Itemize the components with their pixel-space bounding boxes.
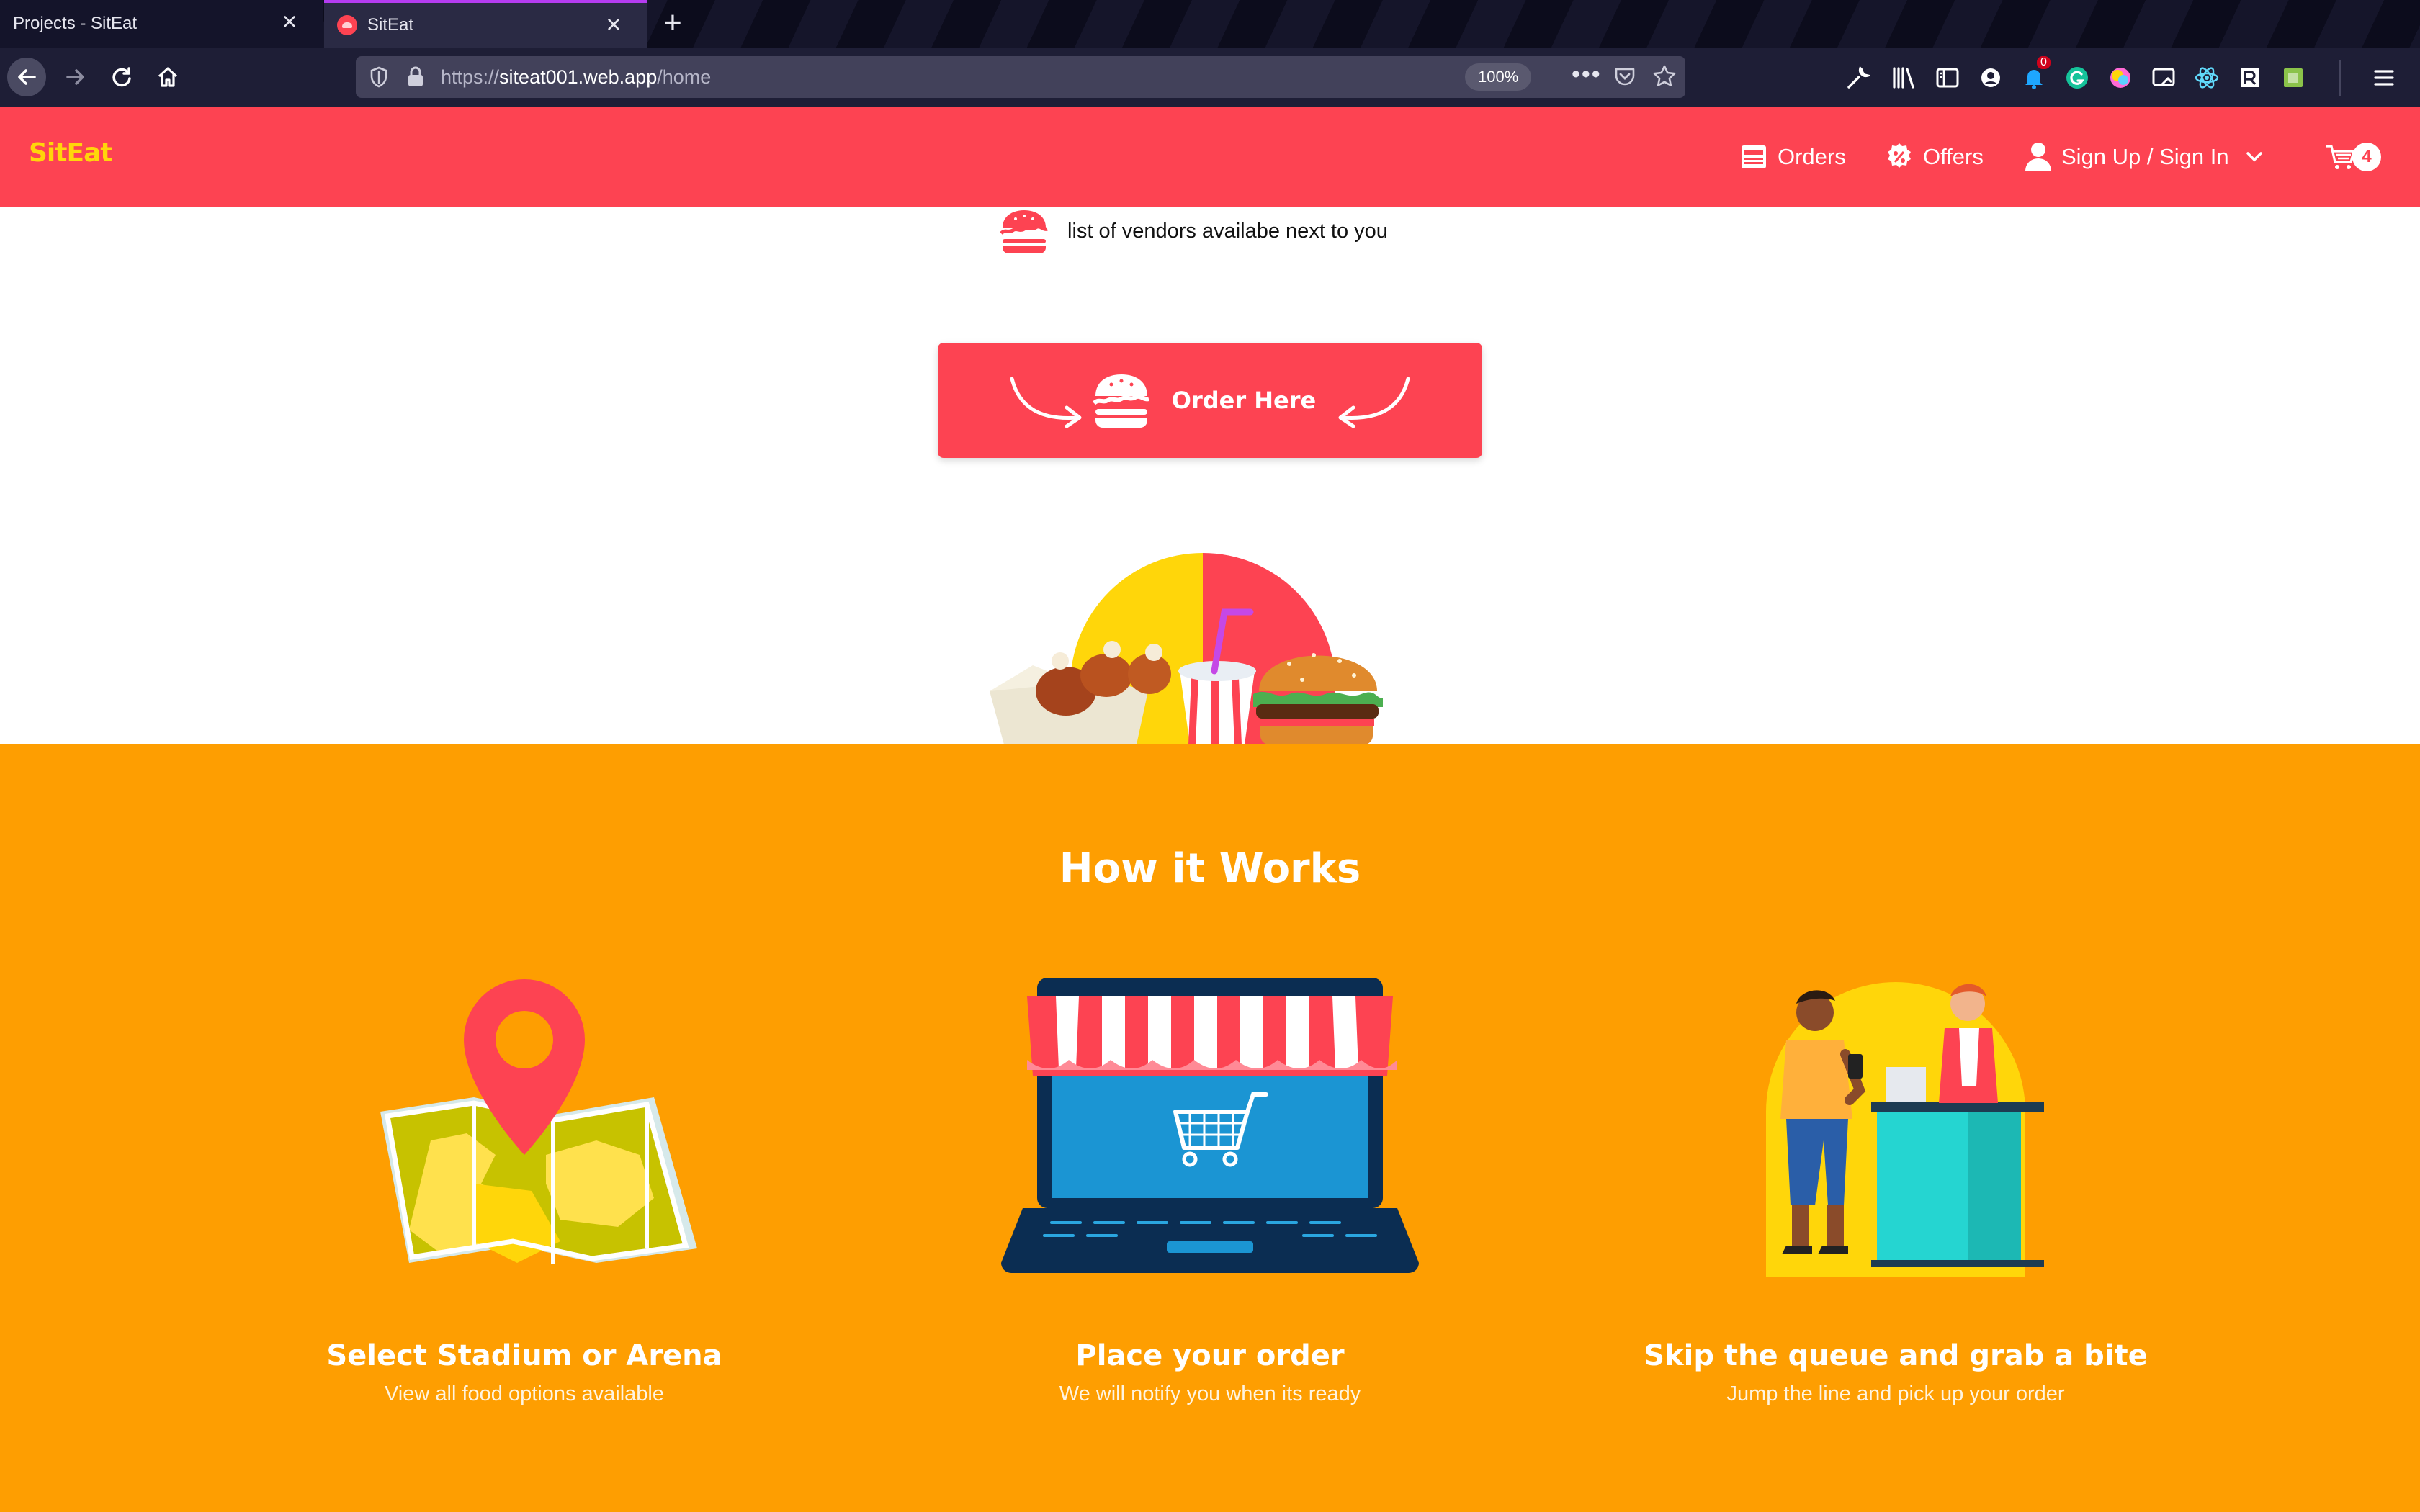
zoom-level[interactable]: 100% — [1465, 63, 1532, 91]
browser-toolbar: https://siteat001.web.app/home 100% ••• … — [0, 48, 2420, 107]
notification-extension-icon[interactable]: 0 — [2020, 56, 2051, 92]
step-skip-queue: Skip the queue and grab a bite Jump the … — [1572, 975, 2220, 1406]
user-icon — [2025, 143, 2051, 171]
color-picker-icon[interactable] — [2106, 63, 2135, 92]
cart-count-badge: 4 — [2352, 143, 2381, 171]
sidebar-icon[interactable] — [1933, 63, 1962, 92]
nav-orders-label: Orders — [1778, 144, 1846, 169]
counter-pickup-illustration — [1572, 975, 2220, 1277]
wrench-icon[interactable] — [1844, 63, 1873, 92]
laptop-shop-illustration — [886, 975, 1534, 1277]
step-subtitle: We will notify you when its ready — [1059, 1382, 1361, 1405]
step-subtitle: Jump the line and pick up your order — [1726, 1382, 2065, 1405]
step-title: Place your order — [1075, 1339, 1345, 1372]
extensions-toolbar: 0 — [1844, 56, 2413, 96]
close-icon[interactable]: × — [602, 12, 625, 37]
arrow-right-curved-icon — [1010, 377, 1082, 428]
percent-badge-icon — [1888, 143, 1911, 168]
redux-devtools-icon[interactable] — [2236, 63, 2264, 92]
close-icon[interactable]: × — [278, 9, 301, 35]
browser-tab-projects[interactable]: Projects - SitEat × — [0, 0, 323, 48]
site-header: SitEat Orders Offers Sign Up / Sign In 4 — [0, 107, 2420, 207]
orders-icon — [1742, 145, 1766, 168]
back-icon[interactable] — [7, 58, 46, 96]
account-icon[interactable] — [1976, 63, 2005, 92]
burger-icon — [1000, 210, 1048, 253]
brand-logo[interactable]: SitEat — [29, 138, 113, 168]
vendors-text: list of vendors availabe next to you — [1067, 219, 1388, 243]
chevron-down-icon — [2246, 152, 2262, 162]
nav-auth-dropdown[interactable]: Sign Up / Sign In — [2024, 135, 2272, 179]
section-title: How it Works — [1059, 845, 1361, 892]
address-bar[interactable]: https://siteat001.web.app/home 100% ••• — [356, 56, 1685, 98]
nav-offers[interactable]: Offers — [1884, 135, 1984, 179]
url-text[interactable]: https://siteat001.web.app/home — [441, 66, 711, 89]
screenshot-icon[interactable] — [2149, 63, 2178, 92]
new-tab-icon[interactable]: + — [657, 7, 689, 39]
food-combo-illustration — [980, 547, 1426, 744]
favicon-icon — [337, 15, 357, 35]
step-place-order: Place your order We will notify you when… — [886, 975, 1534, 1406]
forward-icon[interactable] — [56, 58, 95, 96]
browser-tab-strip: Projects - SitEat × SitEat × + — [0, 0, 2420, 48]
burger-icon — [1092, 374, 1150, 428]
home-icon[interactable] — [148, 58, 187, 96]
order-here-button[interactable]: Order Here — [938, 343, 1482, 458]
page-actions-menu-icon[interactable]: ••• — [1572, 60, 1602, 89]
cart-button[interactable]: 4 — [2325, 135, 2381, 179]
step-subtitle: View all food options available — [384, 1382, 664, 1405]
nav-auth-label: Sign Up / Sign In — [2061, 144, 2229, 169]
arrow-left-curved-icon — [1338, 377, 1410, 428]
bookmark-star-icon[interactable] — [1652, 64, 1677, 92]
tracking-shield-icon[interactable] — [369, 66, 389, 91]
reload-icon[interactable] — [102, 58, 141, 96]
map-pin-illustration — [200, 975, 848, 1277]
order-here-label: Order Here — [1171, 387, 1317, 414]
grammarly-icon[interactable] — [2063, 63, 2092, 92]
tab-title: Projects - SitEat — [13, 14, 138, 33]
vendors-info: list of vendors availabe next to you — [998, 206, 1388, 256]
step-select-venue: Select Stadium or Arena View all food op… — [200, 975, 848, 1406]
nav-orders[interactable]: Orders — [1739, 135, 1846, 179]
how-it-works-section: How it Works Select Stadium or Arena Vie… — [0, 744, 2420, 1512]
tab-title: SitEat — [367, 15, 414, 35]
react-devtools-icon[interactable] — [2192, 63, 2221, 92]
nav-offers-label: Offers — [1923, 144, 1984, 169]
pocket-icon[interactable] — [1613, 65, 1636, 91]
extension-badge: 0 — [2037, 56, 2051, 69]
toolbar-divider — [2339, 60, 2341, 96]
browser-tab-siteat[interactable]: SitEat × — [324, 0, 647, 48]
extension-green-icon[interactable] — [2279, 63, 2308, 92]
library-icon[interactable] — [1890, 63, 1919, 92]
hamburger-menu-icon[interactable] — [2370, 63, 2398, 92]
step-title: Select Stadium or Arena — [326, 1339, 722, 1372]
lock-icon[interactable] — [406, 66, 425, 92]
step-title: Skip the queue and grab a bite — [1644, 1339, 2148, 1372]
